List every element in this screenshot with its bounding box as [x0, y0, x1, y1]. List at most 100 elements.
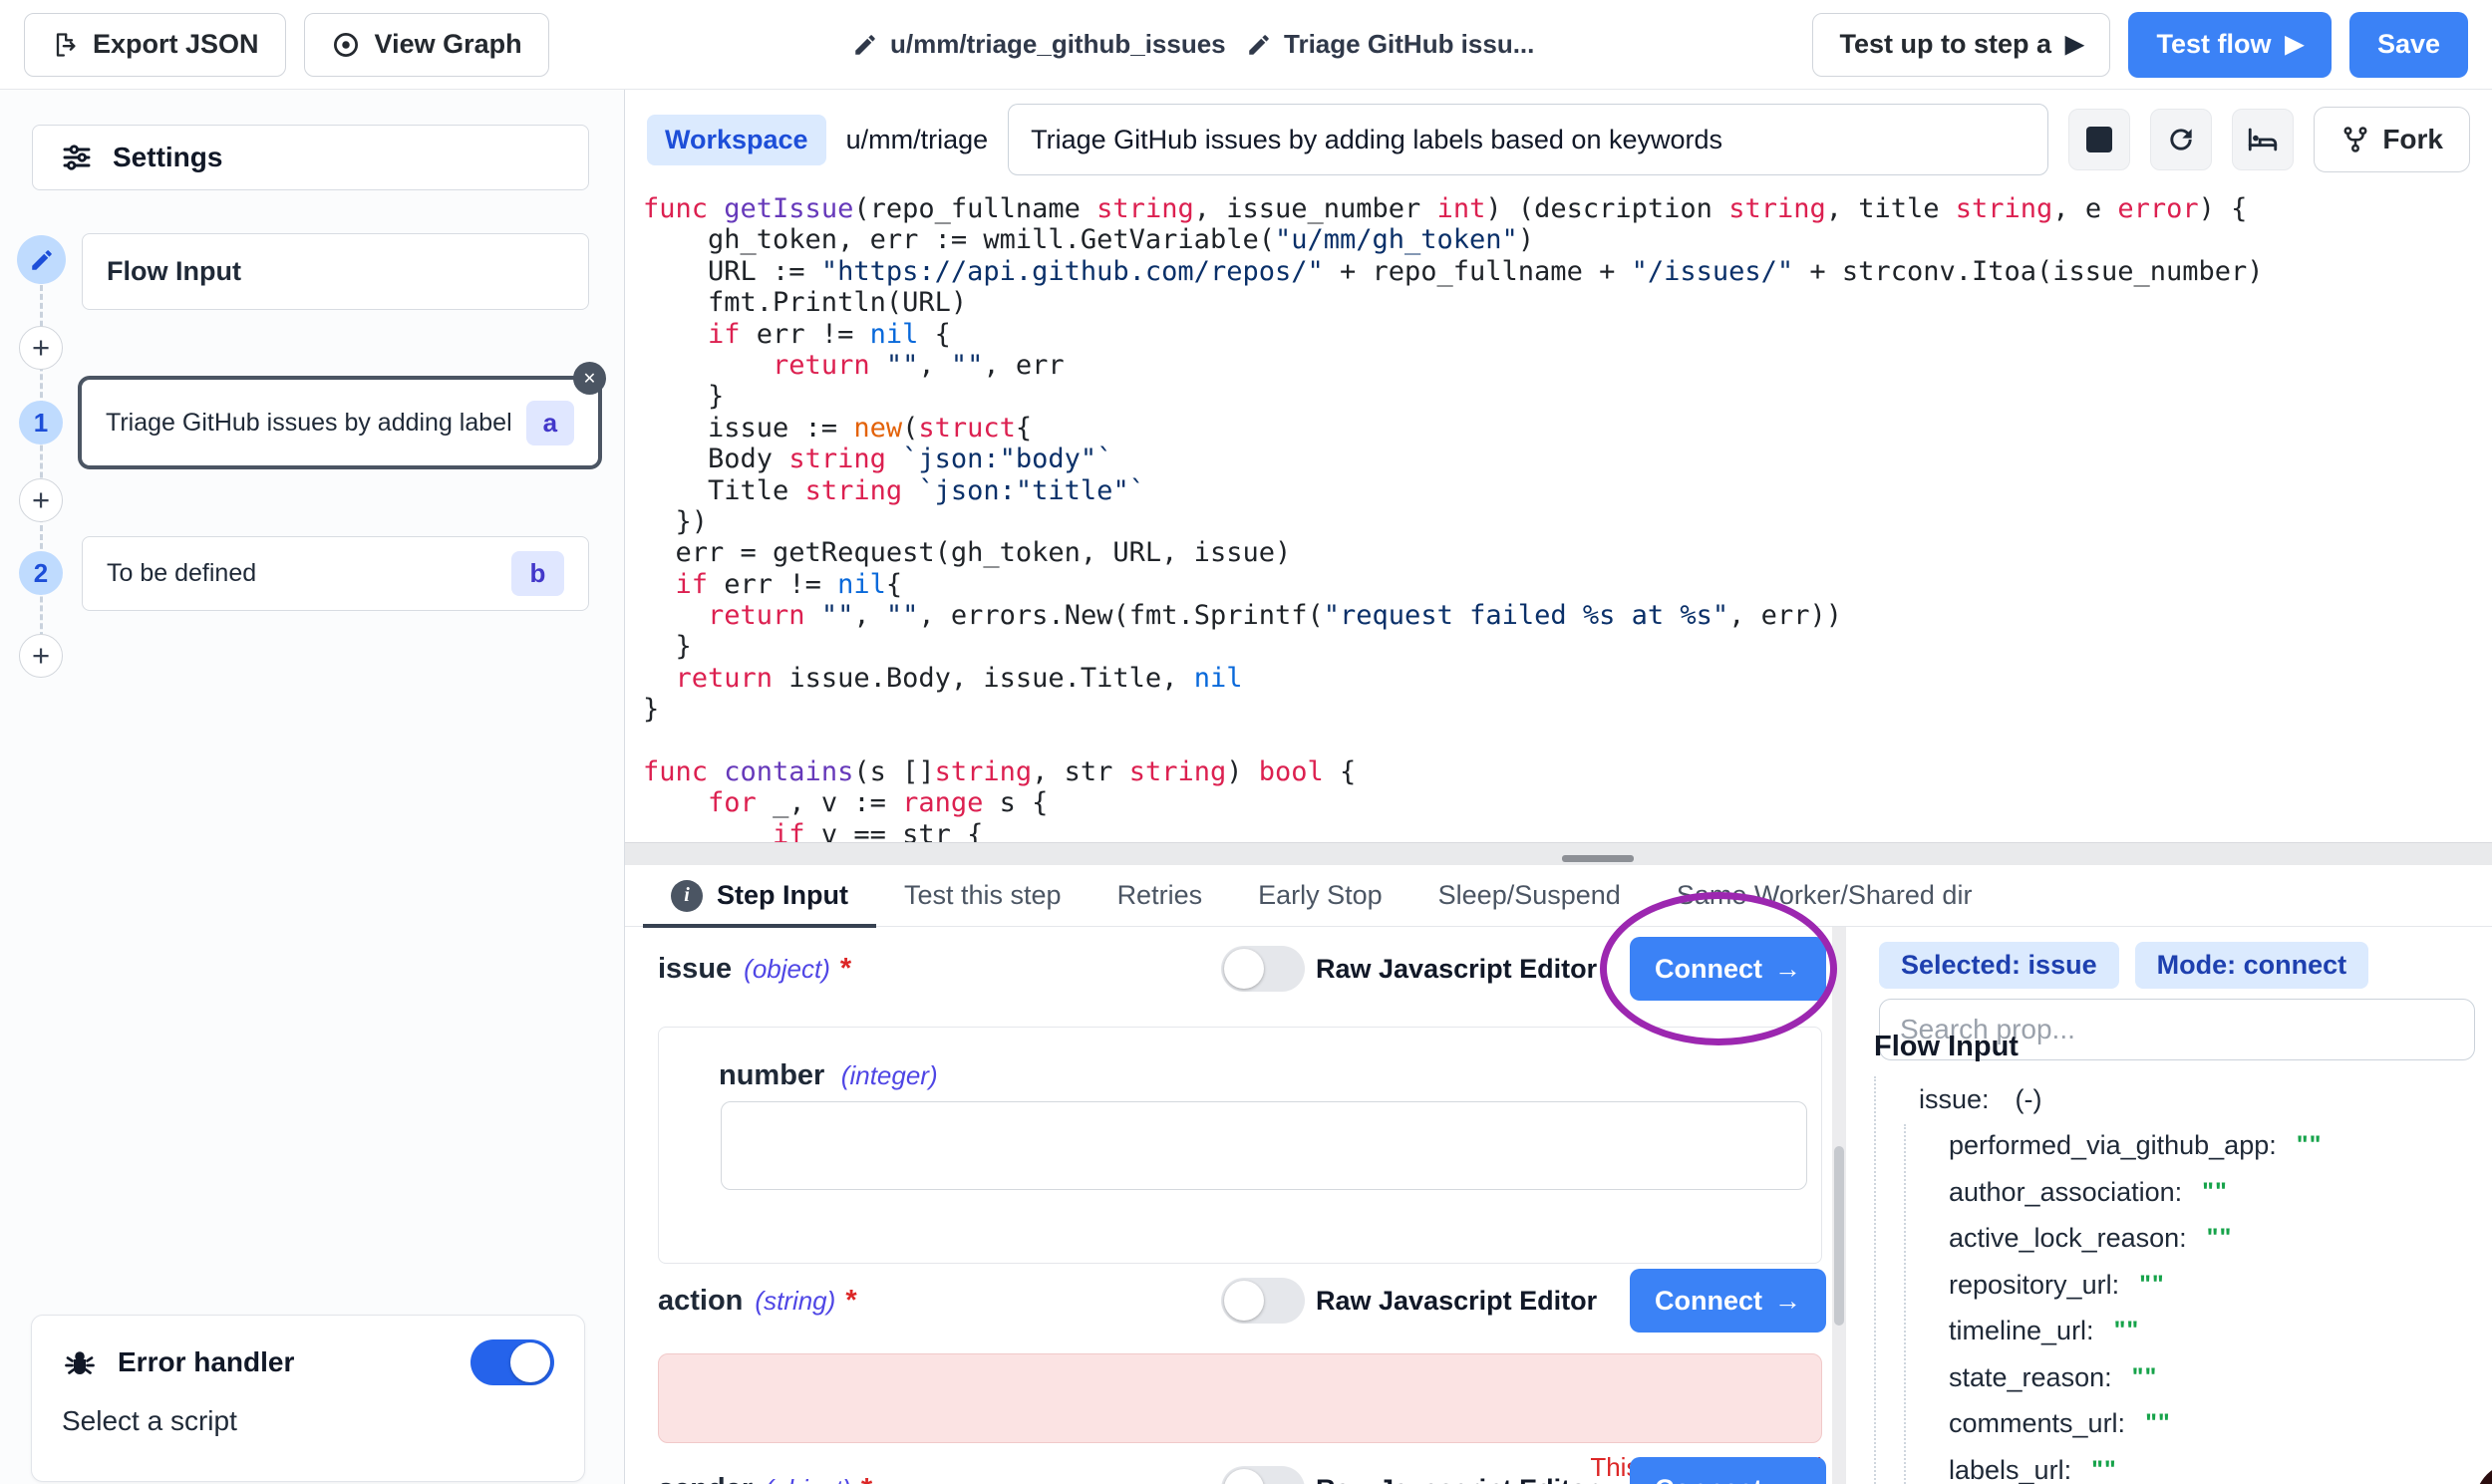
step-input-vertical-scrollbar[interactable] — [1832, 927, 1846, 1484]
step-1-number[interactable]: 1 — [19, 401, 63, 445]
required-asterisk: * — [840, 953, 851, 986]
refresh-button[interactable] — [2150, 109, 2212, 170]
breadcrumb-script-path[interactable]: u/mm/triage_github_issues — [852, 29, 1226, 60]
connect-button-sender[interactable]: Connect → — [1630, 1457, 1826, 1484]
flow-step-1-selected[interactable]: Triage GitHub issues by adding labels ..… — [78, 376, 602, 469]
tab-early-stop[interactable]: Early Stop — [1230, 865, 1410, 927]
arrow-right-icon: → — [1774, 954, 1801, 985]
flow-input-prop-active_lock_reason[interactable]: active_lock_reason:"" — [1846, 1216, 2492, 1263]
connect-button-action[interactable]: Connect → — [1630, 1269, 1826, 1333]
number-field-input[interactable] — [721, 1101, 1807, 1190]
flow-step-2[interactable]: To be defined b — [82, 536, 589, 611]
flow-summary-input[interactable] — [1008, 104, 2048, 175]
test-flow-button[interactable]: Test flow ▶ — [2128, 12, 2331, 78]
field-name: sender — [658, 1473, 753, 1484]
flow-input-prop-timeline_url[interactable]: timeline_url:"" — [1846, 1309, 2492, 1355]
flow-settings-button[interactable]: Settings — [32, 125, 589, 190]
scrollbar-handle[interactable] — [1562, 855, 1634, 862]
flow-sidebar: Settings Flow Input + 1 Triage GitHub is… — [0, 90, 625, 1484]
plus-icon: + — [32, 330, 50, 366]
tab-step-input[interactable]: iStep Input — [643, 865, 876, 927]
prop-label: author_association: — [1949, 1177, 2182, 1208]
add-step-button[interactable]: + — [19, 326, 63, 370]
prop-empty-string-value: "" — [2139, 1271, 2165, 1300]
stop-button[interactable] — [2068, 109, 2130, 170]
fork-icon — [2340, 125, 2370, 154]
toggle-knob — [1224, 1469, 1264, 1484]
scrollbar-handle[interactable] — [1834, 1146, 1844, 1326]
tab-sleep-suspend[interactable]: Sleep/Suspend — [1410, 865, 1649, 927]
flow-title-text: Triage GitHub issu... — [1284, 29, 1534, 60]
top-bar-actions: Test up to step a ▶ Test flow ▶ Save — [1812, 12, 2468, 78]
connect-status-badges: Selected: issue Mode: connect — [1879, 942, 2368, 989]
code-line: return issue.Body, issue.Title, nil — [643, 663, 2492, 694]
step-2-label: To be defined — [107, 559, 256, 588]
tab-same-worker-shared-dir[interactable]: Same Worker/Shared dir — [1649, 865, 2001, 927]
tab-test-this-step[interactable]: Test this step — [876, 865, 1090, 927]
flow-input-prop-labels_url[interactable]: labels_url:"" — [1846, 1447, 2492, 1484]
flow-input-prop-performed_via_github_app[interactable]: performed_via_github_app:"" — [1846, 1123, 2492, 1170]
prop-empty-string-value: "" — [2297, 1131, 2323, 1160]
flow-input-icon[interactable] — [17, 235, 66, 284]
flow-input-prop-author_association[interactable]: author_association:"" — [1846, 1169, 2492, 1216]
code-horizontal-scrollbar[interactable] — [625, 842, 2492, 865]
field-name: issue — [658, 953, 732, 986]
tab-retries[interactable]: Retries — [1090, 865, 1231, 927]
add-step-button[interactable]: + — [19, 478, 63, 522]
step-2-number[interactable]: 2 — [19, 551, 63, 595]
field-type: (integer) — [841, 1060, 938, 1090]
save-button[interactable]: Save — [2349, 12, 2468, 78]
flow-input-node[interactable]: Flow Input — [82, 233, 589, 310]
flow-input-prop-tree: issue:(-)performed_via_github_app:""auth… — [1846, 1076, 2492, 1484]
breadcrumb-flow-title[interactable]: Triage GitHub issu... — [1246, 29, 1534, 60]
prop-empty-string-value: "" — [2145, 1409, 2171, 1438]
error-handler-title: Error handler — [118, 1346, 294, 1378]
required-asterisk: * — [845, 1285, 856, 1318]
tab-label: Retries — [1117, 880, 1203, 911]
step-tabs: iStep InputTest this step Retries Early St… — [625, 865, 2492, 927]
field-type: (object) — [744, 954, 830, 985]
code-line: func contains(s []string, str string) bo… — [643, 756, 2492, 787]
toggle-knob — [510, 1342, 550, 1382]
error-handler-toggle[interactable] — [470, 1339, 554, 1385]
flow-input-prop-state_reason[interactable]: state_reason: "" — [1846, 1354, 2492, 1401]
remove-step-button[interactable]: ✕ — [573, 362, 606, 395]
test-up-to-step-button[interactable]: Test up to step a ▶ — [1812, 13, 2110, 77]
prop-empty-string-value: "" — [2132, 1363, 2158, 1392]
code-editor[interactable]: func getIssue(repo_fullname string, issu… — [625, 189, 2492, 842]
save-label: Save — [2377, 29, 2440, 60]
close-icon: ✕ — [583, 369, 596, 389]
export-icon — [51, 31, 79, 59]
raw-js-toggle-issue[interactable] — [1221, 946, 1305, 992]
stop-icon — [2086, 127, 2112, 152]
play-icon: ▶ — [2065, 30, 2083, 59]
raw-js-toggle-action[interactable] — [1221, 1278, 1305, 1324]
field-type: (string) — [755, 1286, 835, 1317]
fork-button[interactable]: Fork — [2314, 107, 2470, 172]
raw-js-toggle-sender[interactable] — [1221, 1466, 1305, 1484]
flow-input-prop-repository_url[interactable]: repository_url:"" — [1846, 1262, 2492, 1309]
raw-js-editor-label: Raw Javascript Editor — [1316, 1474, 1597, 1484]
arrow-right-icon: → — [1774, 1286, 1801, 1317]
code-line: }) — [643, 506, 2492, 537]
step-input-form: issue (object) * Raw Javascript Editor C… — [625, 927, 1832, 1484]
plus-icon: + — [32, 482, 50, 518]
info-icon: i — [671, 880, 703, 912]
issue-object-card: number (integer) — [658, 1027, 1822, 1264]
action-field-input-error[interactable] — [658, 1353, 1822, 1443]
workspace-badge: Workspace — [647, 115, 826, 165]
export-json-button[interactable]: Export JSON — [24, 13, 286, 77]
view-graph-button[interactable]: View Graph — [304, 13, 549, 77]
sleep-button[interactable] — [2232, 109, 2294, 170]
export-json-label: Export JSON — [93, 29, 259, 60]
number-field-label: number (integer) — [719, 1059, 938, 1092]
prop-label: state_reason: — [1949, 1362, 2112, 1393]
add-step-button[interactable]: + — [19, 634, 63, 678]
flow-input-prop-comments_url[interactable]: comments_url:"" — [1846, 1401, 2492, 1448]
flow-input-prop-issue[interactable]: issue:(-) — [1846, 1076, 2492, 1123]
code-line: Body string `json:"body"` — [643, 444, 2492, 474]
prop-empty-string-value: "" — [2091, 1456, 2117, 1484]
code-line: if err != nil { — [643, 319, 2492, 350]
error-handler-select-script[interactable]: Select a script — [62, 1405, 554, 1437]
connect-button-issue[interactable]: Connect → — [1630, 937, 1826, 1001]
